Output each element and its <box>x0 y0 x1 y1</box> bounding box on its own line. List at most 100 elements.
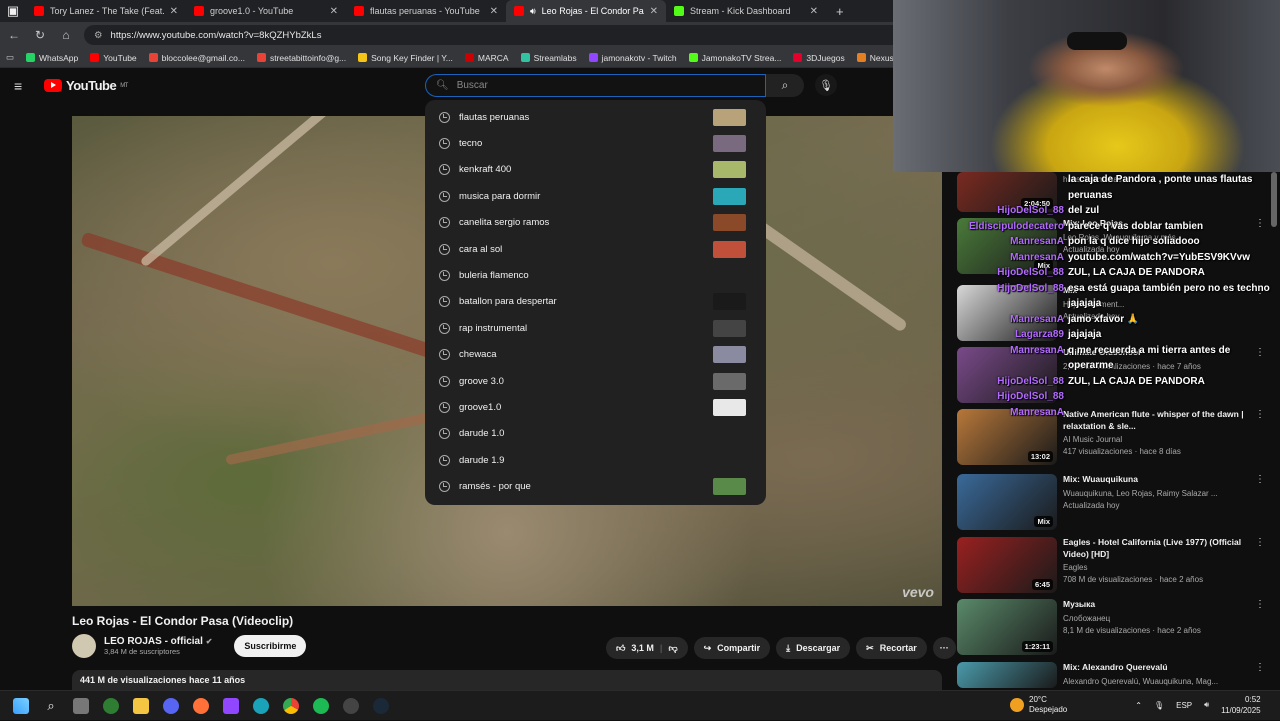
bookmark-item[interactable]: YouTube <box>90 52 137 63</box>
history-icon <box>439 190 450 202</box>
firefox-icon[interactable] <box>186 691 216 721</box>
bookmark-item[interactable]: Streamlabs <box>520 53 577 63</box>
download-label: Descargar <box>796 643 841 653</box>
site-info-icon[interactable]: ⚙ <box>94 30 103 41</box>
bookmark-item[interactable]: jamonakotv - Twitch <box>588 53 677 63</box>
browser-tab[interactable]: 🔊︎ Leo Rojas - El Condor Pasa (✕ <box>506 0 666 22</box>
search-suggestion[interactable]: ramsés - por que <box>425 473 766 499</box>
bookmark-label: YouTube <box>103 52 137 63</box>
speaker-icon[interactable]: 🔊︎ <box>530 6 536 17</box>
channel-avatar[interactable] <box>72 634 96 658</box>
discord-icon[interactable] <box>156 691 186 721</box>
bookmark-item[interactable]: JamonakoTV Strea... <box>688 53 781 63</box>
more-options-icon[interactable]: ⋮ <box>1255 599 1265 611</box>
close-tab-icon[interactable]: ✕ <box>810 6 818 17</box>
back-icon[interactable]: ← <box>6 28 22 42</box>
chat-username: ManresanA <box>1010 236 1064 247</box>
mic-icon[interactable]: 🎙︎ <box>1154 701 1164 710</box>
close-tab-icon[interactable]: ✕ <box>650 6 658 17</box>
more-options-icon[interactable]: ⋮ <box>1255 537 1265 549</box>
bookmarks-menu-icon[interactable]: ▭ <box>6 52 14 63</box>
task-view-icon[interactable] <box>66 691 96 721</box>
thumbs-down-icon[interactable]: 👎︎ <box>668 643 677 654</box>
suggestion-thumbnail <box>713 161 746 179</box>
share-button[interactable]: ↪ Compartir <box>693 637 771 659</box>
chat-message: HijoDelSol_88 del zul <box>960 203 1270 219</box>
home-icon[interactable]: ⌂ <box>58 28 74 42</box>
clock[interactable]: 0:52 11/09/2025 <box>1221 694 1260 716</box>
bookmark-item[interactable]: MARCA <box>464 53 509 63</box>
search-suggestion[interactable]: flautas peruanas <box>425 104 766 130</box>
chevron-up-icon[interactable]: ⌃ <box>1135 701 1142 710</box>
video-thumbnail[interactable]: 6:45 <box>957 537 1057 593</box>
chat-text: ZUL, LA CAJA DE PANDORA <box>1068 267 1205 278</box>
search-suggestion[interactable]: musica para dormir <box>425 183 766 209</box>
new-tab-icon[interactable]: + <box>826 4 844 19</box>
search-suggestion[interactable]: chewaca <box>425 342 766 368</box>
youtube-logo[interactable]: YouTube MT <box>44 78 128 93</box>
bookmark-item[interactable]: Song Key Finder | Y... <box>358 53 453 63</box>
description-box[interactable]: 441 M de visualizaciones hace 11 años <box>72 670 942 690</box>
search-suggestion[interactable]: darude 1.0 <box>425 421 766 447</box>
xbox-icon[interactable] <box>96 691 126 721</box>
history-icon <box>439 138 450 150</box>
close-tab-icon[interactable]: ✕ <box>490 6 498 17</box>
video-actions: 👍︎ 3,1 M | 👎︎ ↪ Compartir ⤓ Descargar ✂ Recort… <box>606 637 956 659</box>
close-tab-icon[interactable]: ✕ <box>330 6 338 17</box>
more-actions-button[interactable]: ··· <box>932 637 956 659</box>
more-options-icon[interactable]: ⋮ <box>1255 662 1265 674</box>
search-suggestion[interactable]: cara al sol <box>425 236 766 262</box>
browser-tab[interactable]: Tory Lanez - The Take (Feat. Chris ✕ <box>26 0 186 22</box>
close-tab-icon[interactable]: ✕ <box>170 6 178 17</box>
search-suggestion[interactable]: kenkraft 400 <box>425 157 766 183</box>
clip-button[interactable]: ✂ Recortar <box>856 637 927 659</box>
scrollbar[interactable] <box>1271 172 1277 227</box>
search-suggestion[interactable]: groove1.0 <box>425 394 766 420</box>
reload-icon[interactable]: ↻ <box>32 28 48 42</box>
search-button[interactable]: ⌕ <box>766 74 804 97</box>
browser-tab[interactable]: Stream - Kick Dashboard ✕ <box>666 0 826 22</box>
spotify-icon[interactable] <box>306 691 336 721</box>
search-icon[interactable]: ⌕ <box>36 691 66 721</box>
subscribe-button[interactable]: Suscribirme <box>234 635 307 657</box>
recommended-video[interactable]: Mix Mix: Wuauquikuna Wuauquikuna, Leo Roja… <box>957 474 1267 530</box>
browser-tab[interactable]: groove1.0 - YouTube ✕ <box>186 0 346 22</box>
file-explorer-icon[interactable] <box>126 691 156 721</box>
twitch-icon[interactable] <box>216 691 246 721</box>
bookmark-item[interactable]: WhatsApp <box>26 53 78 63</box>
chat-text: ZUL, LA CAJA DE PANDORA <box>1068 375 1205 387</box>
speaker-icon[interactable]: 🔊︎ <box>1204 700 1209 710</box>
steam-icon[interactable] <box>366 691 396 721</box>
edge-icon[interactable] <box>246 691 276 721</box>
browser-tab[interactable]: flautas peruanas - YouTube ✕ <box>346 0 506 22</box>
download-button[interactable]: ⤓ Descargar <box>776 637 851 659</box>
like-button[interactable]: 👍︎ 3,1 M | 👎︎ <box>606 637 688 659</box>
video-thumbnail[interactable] <box>957 662 1057 688</box>
obs-icon[interactable] <box>336 691 366 721</box>
search-input[interactable]: 🔍︎ Buscar <box>425 74 766 97</box>
language-indicator[interactable]: ESP <box>1176 701 1192 710</box>
search-suggestion[interactable]: canelita sergio ramos <box>425 210 766 236</box>
menu-icon[interactable]: ≡ <box>14 78 22 94</box>
recommended-video[interactable]: 6:45 Eagles - Hotel California (Live 1977… <box>957 537 1267 593</box>
channel-name[interactable]: LEO ROJAS - official ✔ <box>104 636 212 647</box>
more-options-icon[interactable]: ⋮ <box>1255 474 1265 486</box>
bookmark-item[interactable]: bloccolee@gmail.co... <box>148 53 245 63</box>
video-thumbnail[interactable]: 1:23:11 <box>957 599 1057 655</box>
search-suggestion[interactable]: darude 1.9 <box>425 447 766 473</box>
search-suggestion[interactable]: rap instrumental <box>425 315 766 341</box>
search-suggestion[interactable]: groove 3.0 <box>425 368 766 394</box>
recommended-channel: Alexandro Querevalú, Wuauquikuna, Mag... <box>1063 676 1219 686</box>
search-suggestion[interactable]: batallon para despertar <box>425 289 766 315</box>
recommended-video[interactable]: Mix: Alexandro Querevalú Alexandro Querev… <box>957 662 1267 688</box>
bookmark-item[interactable]: streetabittoinfo@g... <box>256 53 346 63</box>
weather-widget[interactable]: 20°C Despejado <box>1010 695 1067 715</box>
recommended-video[interactable]: 1:23:11 Музыка Слобожанец 8,1 M de visualiz… <box>957 599 1267 655</box>
windows-start-icon[interactable] <box>6 691 36 721</box>
chrome-icon[interactable] <box>276 691 306 721</box>
video-thumbnail[interactable]: Mix <box>957 474 1057 530</box>
search-suggestion[interactable]: buleria flamenco <box>425 262 766 288</box>
voice-search-button[interactable]: 🎙︎ <box>815 74 837 96</box>
search-suggestion[interactable]: tecno <box>425 130 766 156</box>
bookmark-item[interactable]: 3DJuegos <box>793 53 845 63</box>
